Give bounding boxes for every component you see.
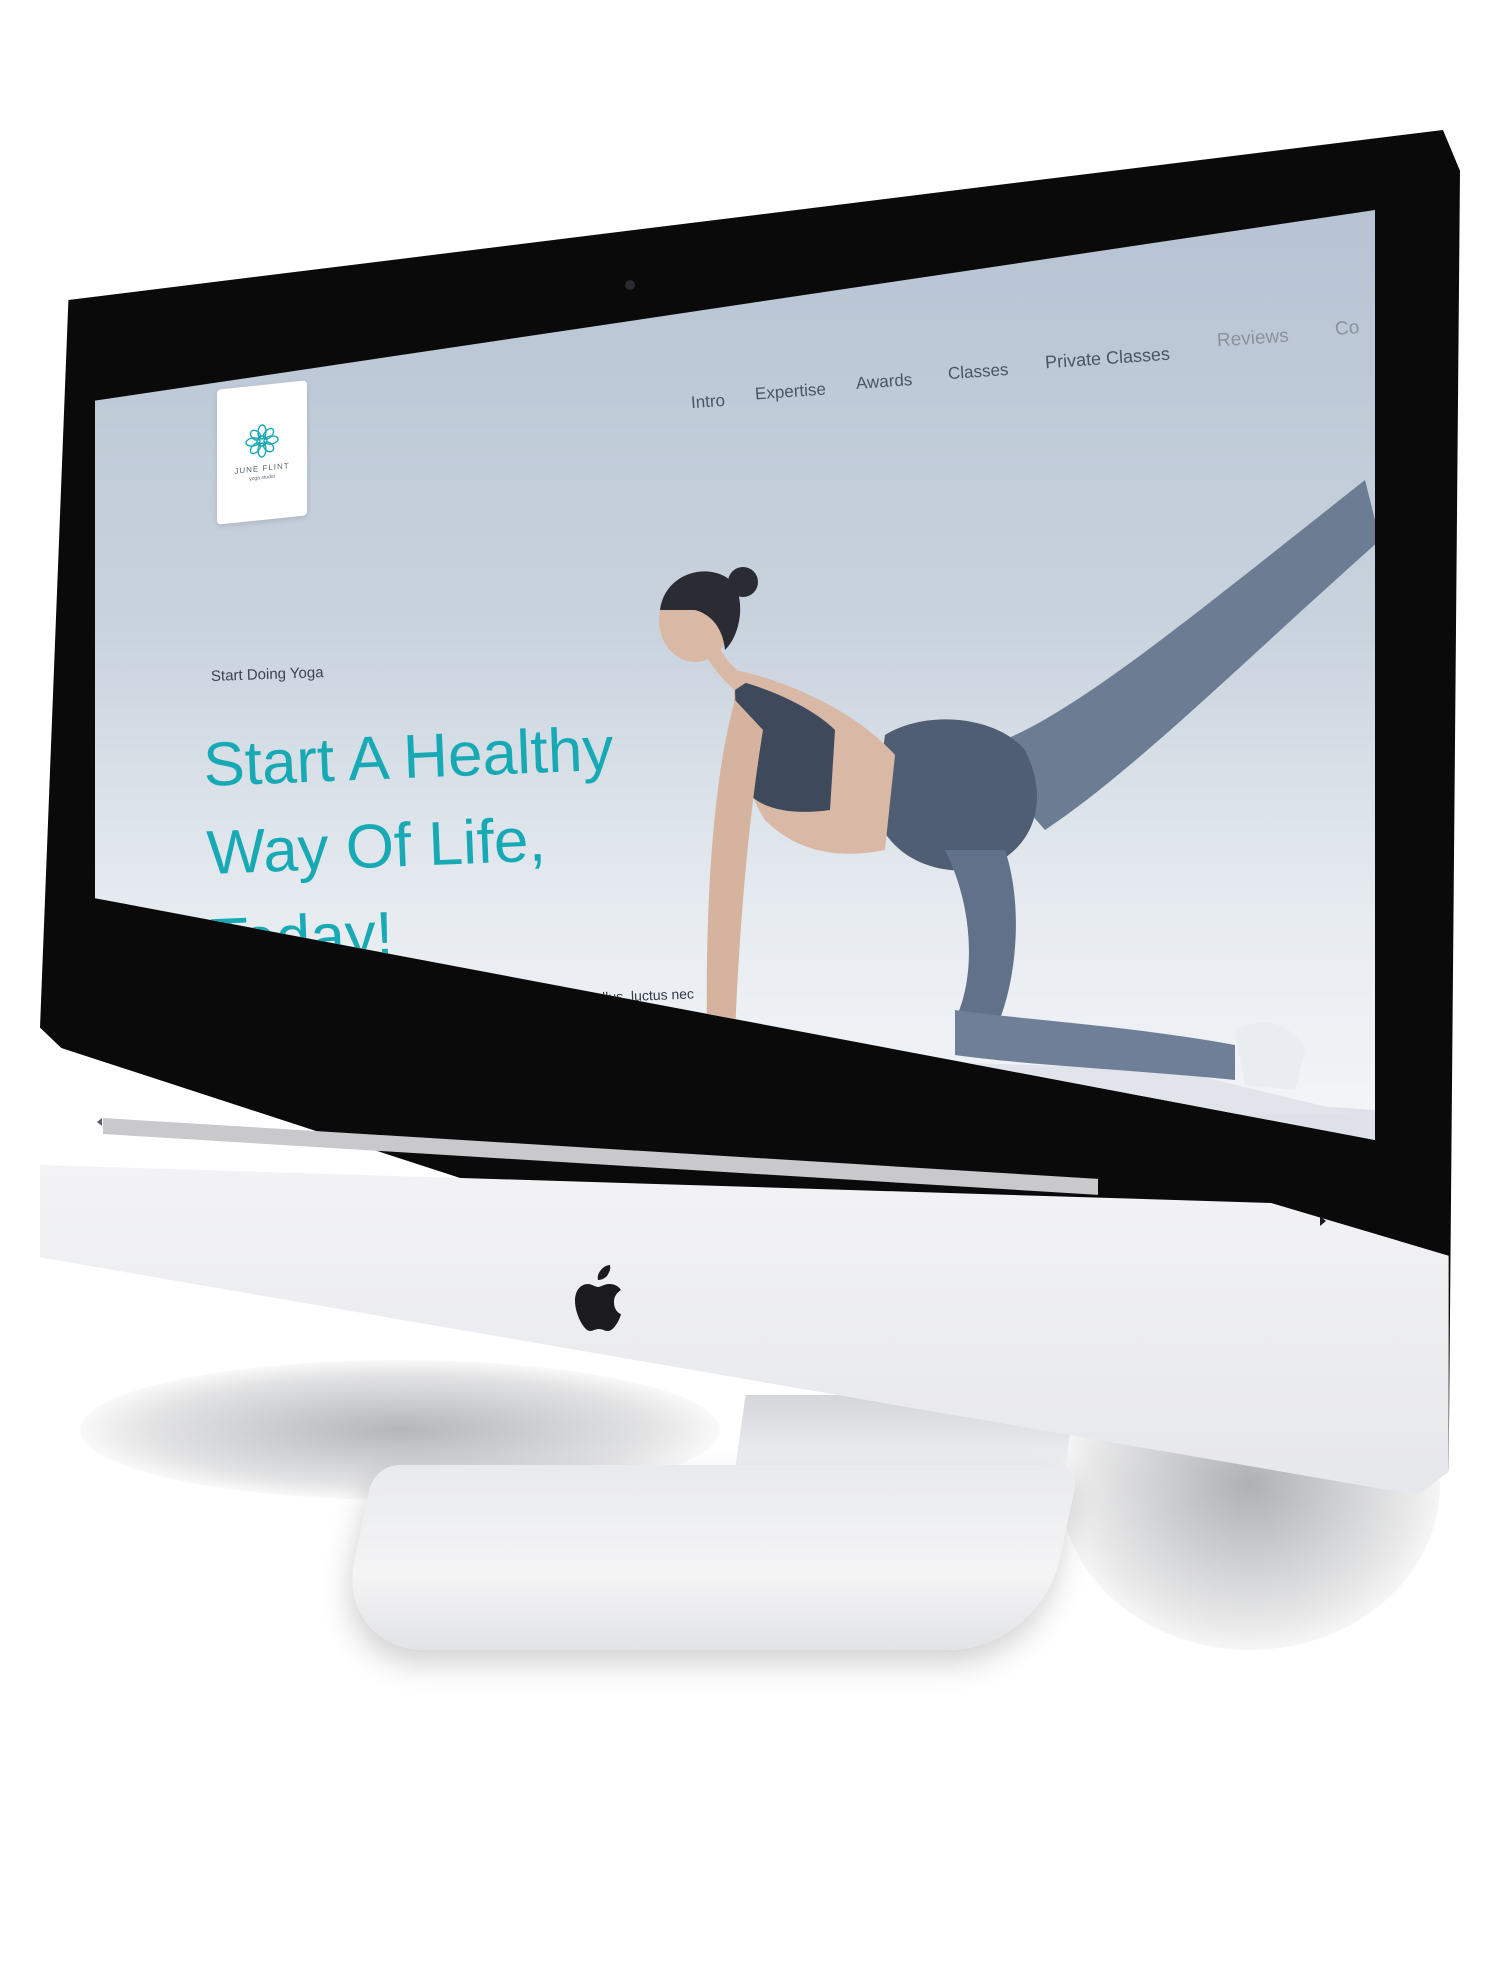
scroll-right-arrow-icon[interactable] xyxy=(1320,1216,1326,1226)
nav-item-intro[interactable]: Intro xyxy=(690,391,725,413)
nav-item-expertise[interactable]: Expertise xyxy=(754,380,826,405)
nav-item-classes[interactable]: Classes xyxy=(947,360,1009,384)
brand-tagline: yoga studio xyxy=(249,473,275,483)
nav-item-private-classes[interactable]: Private Classes xyxy=(1044,344,1170,374)
nav-item-contact[interactable]: Co xyxy=(1334,317,1360,341)
apple-logo-icon xyxy=(575,1265,621,1331)
camera-icon xyxy=(625,280,635,290)
nav-item-reviews[interactable]: Reviews xyxy=(1216,326,1289,353)
scroll-left-arrow-icon[interactable] xyxy=(97,1118,102,1126)
brand-name: JUNE FLINT xyxy=(234,461,290,476)
imac-stand-base xyxy=(335,1465,1080,1650)
nav-item-awards[interactable]: Awards xyxy=(855,370,913,394)
lotus-flower-icon xyxy=(245,424,279,458)
